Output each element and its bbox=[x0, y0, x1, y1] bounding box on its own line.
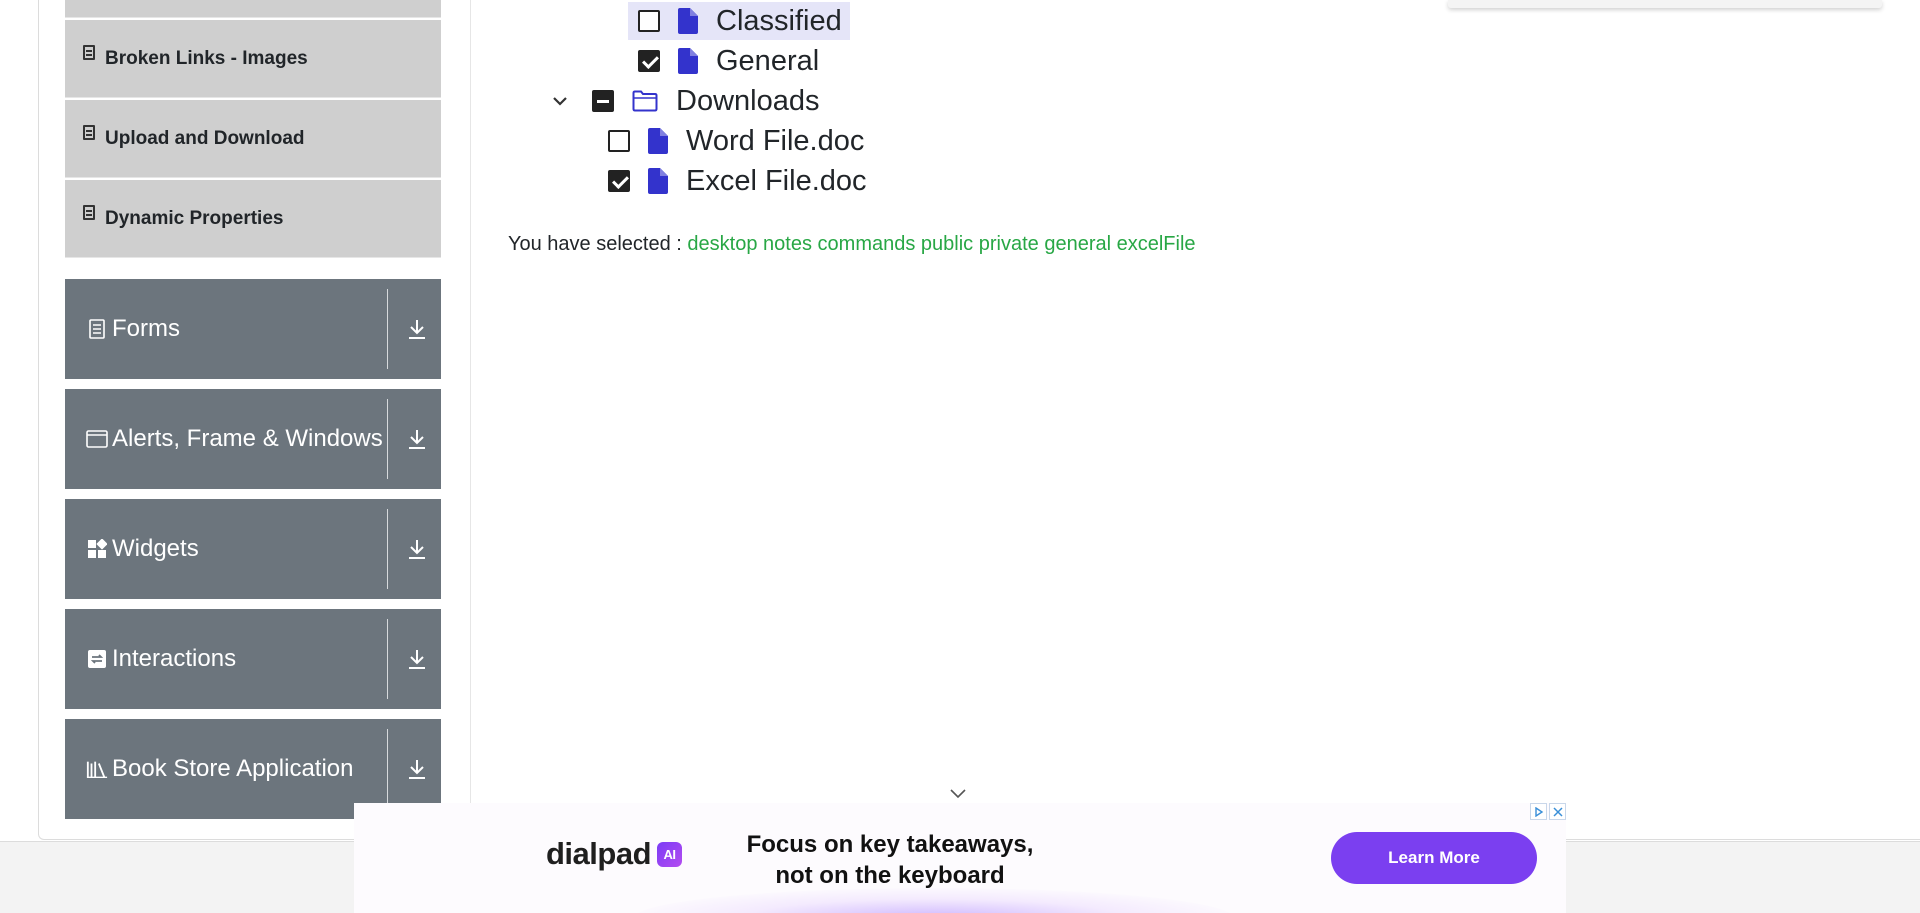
document-icon bbox=[86, 318, 108, 340]
sidebar-group-label: Book Store Application bbox=[112, 755, 354, 782]
widgets-icon bbox=[86, 538, 108, 560]
html5-icon bbox=[83, 45, 95, 60]
content-divider bbox=[470, 0, 471, 840]
selected-item: general bbox=[1044, 233, 1112, 255]
sidebar-group-label: Alerts, Frame & Windows bbox=[112, 425, 383, 452]
tree-checkbox[interactable] bbox=[638, 10, 660, 32]
group-separator bbox=[387, 289, 388, 369]
sidebar-subitem-dynamic-properties[interactable]: Dynamic Properties bbox=[65, 180, 441, 258]
sidebar-group-label: Widgets bbox=[112, 535, 199, 562]
selected-item: public bbox=[920, 233, 974, 255]
chevron-down-icon[interactable] bbox=[550, 91, 570, 111]
tree-node-label: Classified bbox=[716, 4, 842, 37]
ad-learn-more-button[interactable]: Learn More bbox=[1331, 832, 1537, 884]
selected-item: excelFile bbox=[1116, 233, 1196, 255]
tree-checkbox[interactable] bbox=[592, 90, 614, 112]
selection-result: You have selected : desktop notes comman… bbox=[508, 233, 1196, 256]
tree-node-excel-file[interactable]: Excel File.doc bbox=[608, 162, 867, 200]
sidebar-group-interactions[interactable]: Interactions bbox=[65, 609, 441, 709]
ad-close-icon[interactable] bbox=[1549, 803, 1566, 820]
download-arrow-icon[interactable] bbox=[406, 317, 428, 341]
tree-checkbox[interactable] bbox=[608, 130, 630, 152]
sidebar-subitem-label: Upload and Download bbox=[105, 127, 305, 149]
tree-node-label: Word File.doc bbox=[686, 124, 865, 157]
ad-headline-line: Focus on key takeaways, bbox=[746, 831, 1034, 858]
sidebar-subitem-label: Broken Links - Images bbox=[105, 47, 308, 69]
selection-prefix: You have selected : bbox=[508, 233, 682, 255]
selected-item: commands bbox=[817, 233, 916, 255]
sidebar-group-forms[interactable]: Forms bbox=[65, 279, 441, 379]
file-icon bbox=[678, 48, 698, 74]
folder-icon bbox=[632, 90, 658, 112]
download-arrow-icon[interactable] bbox=[406, 647, 428, 671]
interactions-icon bbox=[86, 648, 108, 670]
tree-node-downloads[interactable]: Downloads bbox=[550, 82, 819, 120]
tree-node-label: Excel File.doc bbox=[686, 164, 867, 197]
sidebar-subitem-label: Dynamic Properties bbox=[105, 207, 284, 229]
window-icon bbox=[86, 428, 108, 450]
group-separator bbox=[387, 729, 388, 809]
ad-collapse-chevron-icon[interactable] bbox=[948, 786, 968, 800]
selected-item: notes bbox=[763, 233, 812, 255]
sidebar-subitem-broken-links[interactable]: Broken Links - Images bbox=[65, 20, 441, 98]
sidebar-group-label: Interactions bbox=[112, 645, 237, 672]
file-icon bbox=[648, 128, 668, 154]
tree-checkbox[interactable] bbox=[638, 50, 660, 72]
ad-brand-logo: dialpad AI bbox=[546, 836, 683, 872]
download-arrow-icon[interactable] bbox=[406, 427, 428, 451]
tree-node-general[interactable]: General bbox=[638, 42, 819, 80]
sidebar-group-label: Forms bbox=[112, 315, 180, 342]
tree-node-word-file[interactable]: Word File.doc bbox=[608, 122, 864, 160]
ad-banner[interactable]: dialpad AI Focus on key takeaways, not o… bbox=[354, 803, 1566, 913]
ad-choices-icon[interactable] bbox=[1530, 803, 1547, 820]
ad-brand-name: dialpad bbox=[546, 836, 652, 871]
download-arrow-icon[interactable] bbox=[406, 537, 428, 561]
download-arrow-icon[interactable] bbox=[406, 757, 428, 781]
sidebar-group-alerts[interactable]: Alerts, Frame & Windows bbox=[65, 389, 441, 489]
ad-headline-line: not on the keyboard bbox=[775, 862, 1005, 889]
popup-remnant bbox=[1448, 0, 1882, 8]
books-icon bbox=[86, 758, 108, 780]
file-icon bbox=[678, 8, 698, 34]
tree-node-label: Downloads bbox=[676, 84, 820, 117]
tree-checkbox[interactable] bbox=[608, 170, 630, 192]
ad-controls bbox=[1530, 803, 1566, 820]
html5-icon bbox=[83, 205, 95, 220]
ad-glow bbox=[634, 888, 1234, 913]
html5-icon bbox=[83, 125, 95, 140]
selected-item: private bbox=[978, 233, 1039, 255]
ad-headline: Focus on key takeaways, not on the keybo… bbox=[720, 829, 1060, 891]
tree-node-classified[interactable]: Classified bbox=[628, 2, 850, 40]
ai-badge-icon: AI bbox=[657, 841, 683, 867]
selected-item: desktop bbox=[687, 233, 758, 255]
tree-node-label: General bbox=[716, 44, 820, 77]
group-separator bbox=[387, 619, 388, 699]
group-separator bbox=[387, 399, 388, 479]
sidebar-group-widgets[interactable]: Widgets bbox=[65, 499, 441, 599]
file-icon bbox=[648, 168, 668, 194]
sidebar-subitem-upload-download[interactable]: Upload and Download bbox=[65, 100, 441, 178]
sidebar-subitem-partial[interactable] bbox=[65, 0, 441, 18]
group-separator bbox=[387, 509, 388, 589]
